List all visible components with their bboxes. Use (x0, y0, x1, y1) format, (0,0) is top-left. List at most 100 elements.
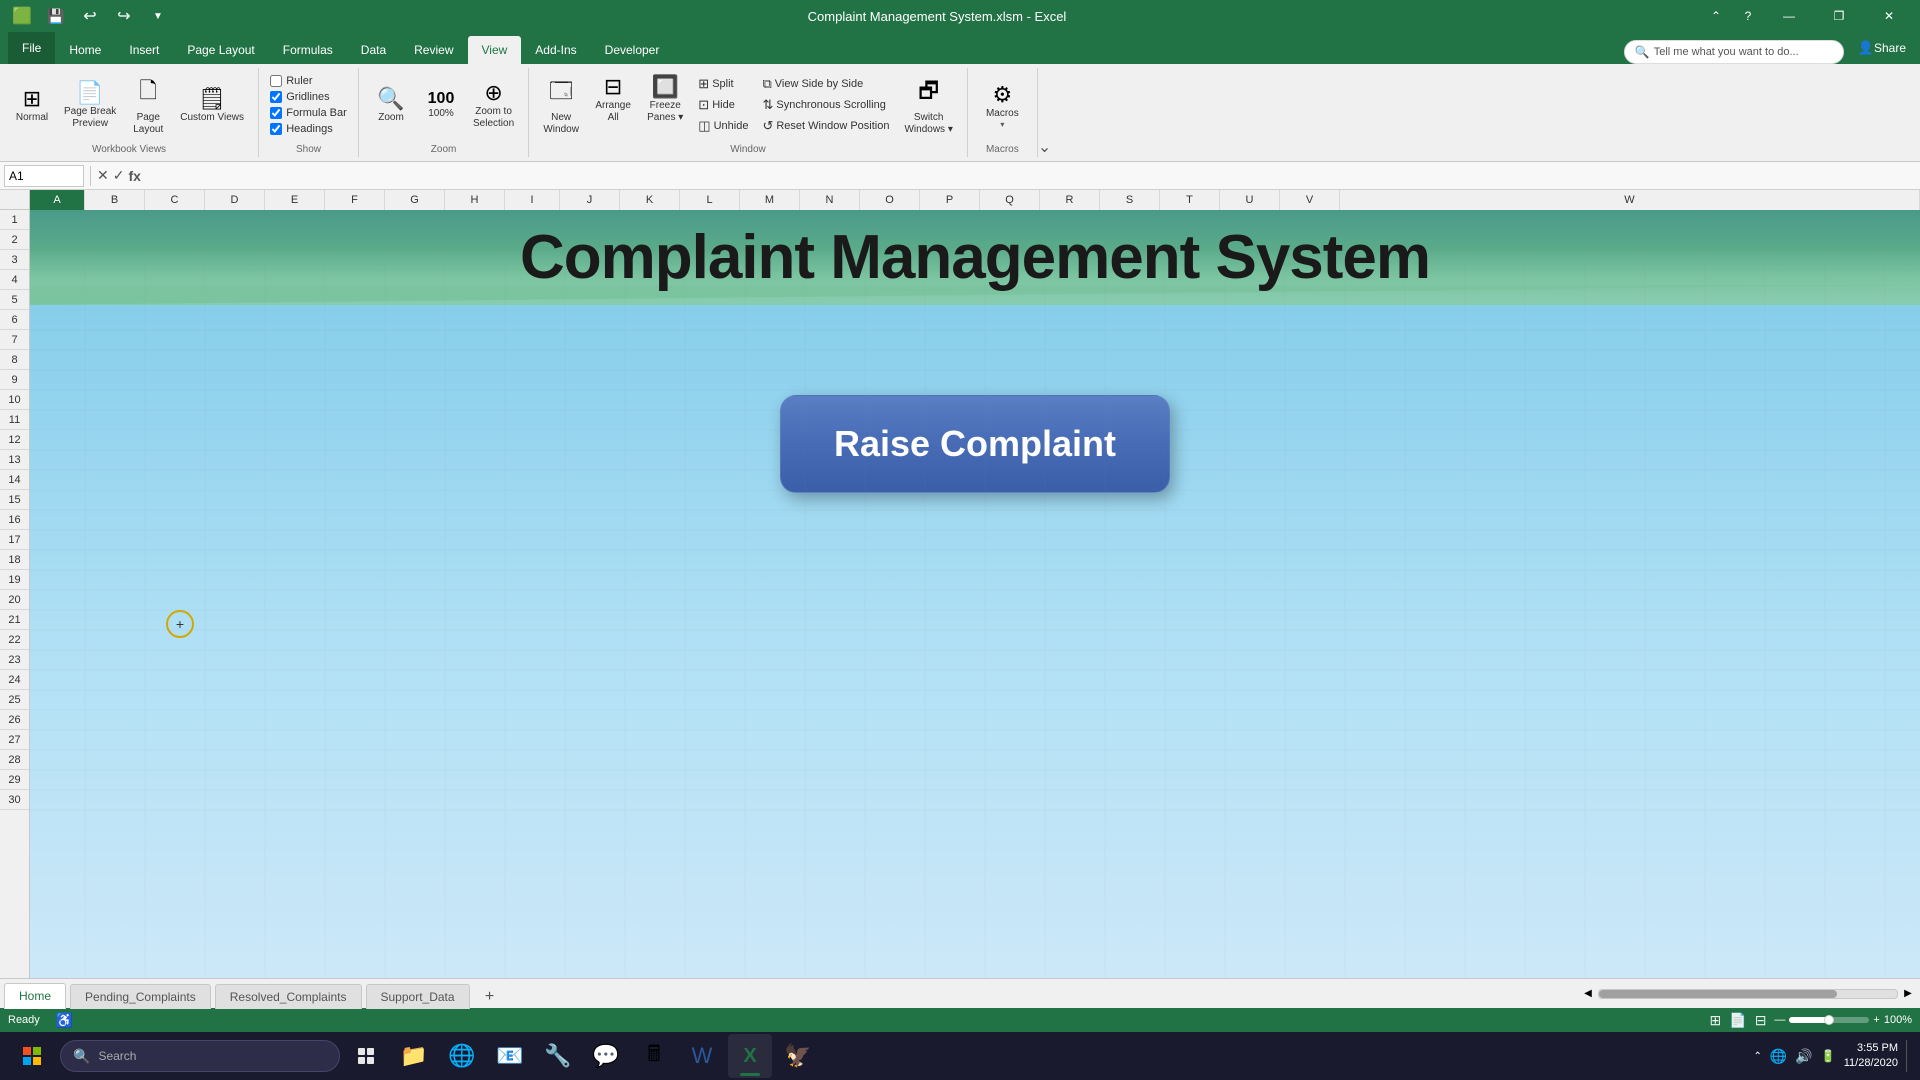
zoom-100-btn[interactable]: 100 100% (417, 86, 465, 124)
arrange-all-btn[interactable]: ⊟ ArrangeAll (589, 70, 637, 128)
taskbar-calculator-btn[interactable]: 🖩 (632, 1034, 676, 1078)
show-desktop-btn[interactable] (1906, 1040, 1912, 1072)
reset-window-btn[interactable]: ↺ Reset Window Position (757, 116, 894, 136)
switch-windows-btn[interactable]: 🗗 SwitchWindows ▾ (898, 70, 958, 140)
col-header-m[interactable]: M (740, 190, 800, 210)
add-sheet-btn[interactable]: + (478, 985, 502, 1009)
row-23[interactable]: 23 (0, 650, 29, 670)
zoom-out-btn[interactable]: — (1774, 1014, 1785, 1026)
task-view-btn[interactable] (344, 1034, 388, 1078)
taskbar-edge-btn[interactable]: 🌐 (440, 1034, 484, 1078)
col-header-v[interactable]: V (1280, 190, 1340, 210)
redo-btn[interactable]: ↪ (110, 2, 138, 30)
col-header-k[interactable]: K (620, 190, 680, 210)
page-layout-status-btn[interactable]: 📄 (1729, 1012, 1746, 1029)
row-4[interactable]: 4 (0, 270, 29, 290)
save-quickaccess-btn[interactable]: 💾 (42, 2, 70, 30)
help-btn[interactable]: ? (1734, 2, 1762, 30)
formula-input[interactable] (145, 165, 1916, 187)
ribbon-expand-btn[interactable]: ⌄ (1038, 137, 1051, 157)
sheet-nav-left[interactable]: ◀ (1580, 986, 1596, 1002)
row-30[interactable]: 30 (0, 790, 29, 810)
col-header-q[interactable]: Q (980, 190, 1040, 210)
unhide-btn[interactable]: ◫ Unhide (693, 116, 753, 136)
col-header-o[interactable]: O (860, 190, 920, 210)
synchronous-scrolling-btn[interactable]: ⇅ Synchronous Scrolling (757, 95, 894, 115)
row-20[interactable]: 20 (0, 590, 29, 610)
taskbar-explorer-btn[interactable]: 📁 (392, 1034, 436, 1078)
taskbar-chevron-icon[interactable]: ⌃ (1754, 1051, 1762, 1062)
col-header-e[interactable]: E (265, 190, 325, 210)
new-window-btn[interactable]: 🗔 NewWindow (537, 70, 585, 140)
row-8[interactable]: 8 (0, 350, 29, 370)
row-27[interactable]: 27 (0, 730, 29, 750)
gridlines-checkbox-row[interactable]: Gridlines (268, 90, 349, 104)
confirm-formula-icon[interactable]: ✓ (113, 167, 125, 184)
tab-addins[interactable]: Add-Ins (521, 36, 590, 64)
page-layout-btn[interactable]: 🗋 PageLayout (124, 70, 172, 140)
row-15[interactable]: 15 (0, 490, 29, 510)
col-header-r[interactable]: R (1040, 190, 1100, 210)
col-header-c[interactable]: C (145, 190, 205, 210)
hide-btn[interactable]: ⊡ Hide (693, 95, 753, 115)
row-16[interactable]: 16 (0, 510, 29, 530)
col-header-p[interactable]: P (920, 190, 980, 210)
row-28[interactable]: 28 (0, 750, 29, 770)
row-3[interactable]: 3 (0, 250, 29, 270)
split-btn-sm[interactable]: ⊞ Split (693, 74, 753, 94)
tell-me-bar[interactable]: 🔍 Tell me what you want to do... (1624, 40, 1844, 64)
headings-checkbox[interactable] (270, 123, 282, 135)
col-header-f[interactable]: F (325, 190, 385, 210)
col-header-u[interactable]: U (1220, 190, 1280, 210)
clock[interactable]: 3:55 PM 11/28/2020 (1844, 1041, 1898, 1072)
restore-btn[interactable]: ❐ (1816, 0, 1862, 32)
sheet-nav-right[interactable]: ▶ (1900, 986, 1916, 1002)
tab-developer[interactable]: Developer (591, 36, 674, 64)
taskbar-outlook-btn[interactable]: 📧 (488, 1034, 532, 1078)
taskbar-kutools-btn[interactable]: 🔧 (536, 1034, 580, 1078)
row-14[interactable]: 14 (0, 470, 29, 490)
tab-insert[interactable]: Insert (115, 36, 173, 64)
view-side-by-side-btn[interactable]: ⧉ View Side by Side (757, 74, 894, 94)
name-box[interactable]: A1 (4, 165, 84, 187)
tab-home[interactable]: Home (55, 36, 115, 64)
gridlines-checkbox[interactable] (270, 91, 282, 103)
volume-icon[interactable]: 🔊 (1795, 1048, 1812, 1065)
normal-view-status-btn[interactable]: ⊞ (1710, 1012, 1722, 1029)
col-header-l[interactable]: L (680, 190, 740, 210)
row-2[interactable]: 2 (0, 230, 29, 250)
network-icon[interactable]: 🌐 (1770, 1048, 1787, 1065)
sheet-tab-resolved[interactable]: Resolved_Complaints (215, 984, 362, 1009)
sheet-tab-support[interactable]: Support_Data (366, 984, 470, 1009)
col-header-b[interactable]: B (85, 190, 145, 210)
accessibility-check-icon[interactable]: ♿ (56, 1012, 73, 1029)
close-btn[interactable]: ✕ (1866, 0, 1912, 32)
insert-function-icon[interactable]: fx (128, 168, 140, 184)
row-5[interactable]: 5 (0, 290, 29, 310)
zoom-slider[interactable] (1789, 1017, 1869, 1023)
zoom-in-btn[interactable]: + (1873, 1014, 1879, 1026)
row-17[interactable]: 17 (0, 530, 29, 550)
cells-area[interactable]: Complaint Management System Raise Compla… (30, 210, 1920, 978)
col-header-s[interactable]: S (1100, 190, 1160, 210)
tab-review[interactable]: Review (400, 36, 467, 64)
taskbar-excel-btn[interactable]: X (728, 1034, 772, 1078)
row-13[interactable]: 13 (0, 450, 29, 470)
start-button[interactable] (8, 1032, 56, 1080)
col-header-n[interactable]: N (800, 190, 860, 210)
row-6[interactable]: 6 (0, 310, 29, 330)
row-24[interactable]: 24 (0, 670, 29, 690)
col-header-w[interactable]: W (1340, 190, 1920, 210)
tab-data[interactable]: Data (347, 36, 400, 64)
page-break-btn[interactable]: 📄 Page BreakPreview (58, 76, 122, 134)
raise-complaint-button[interactable]: Raise Complaint (780, 395, 1170, 493)
row-21[interactable]: 21 (0, 610, 29, 630)
freeze-panes-btn[interactable]: 🔲 FreezePanes ▾ (641, 70, 689, 128)
normal-view-btn[interactable]: ⊞ Normal (8, 82, 56, 128)
share-btn[interactable]: 👤 Share (1844, 34, 1920, 62)
horizontal-scrollbar[interactable] (1598, 989, 1898, 999)
taskbar-bird-btn[interactable]: 🦅 (776, 1034, 820, 1078)
col-header-d[interactable]: D (205, 190, 265, 210)
tab-formulas[interactable]: Formulas (269, 36, 347, 64)
ribbon-collapse-btn[interactable]: ⌃ (1702, 2, 1730, 30)
